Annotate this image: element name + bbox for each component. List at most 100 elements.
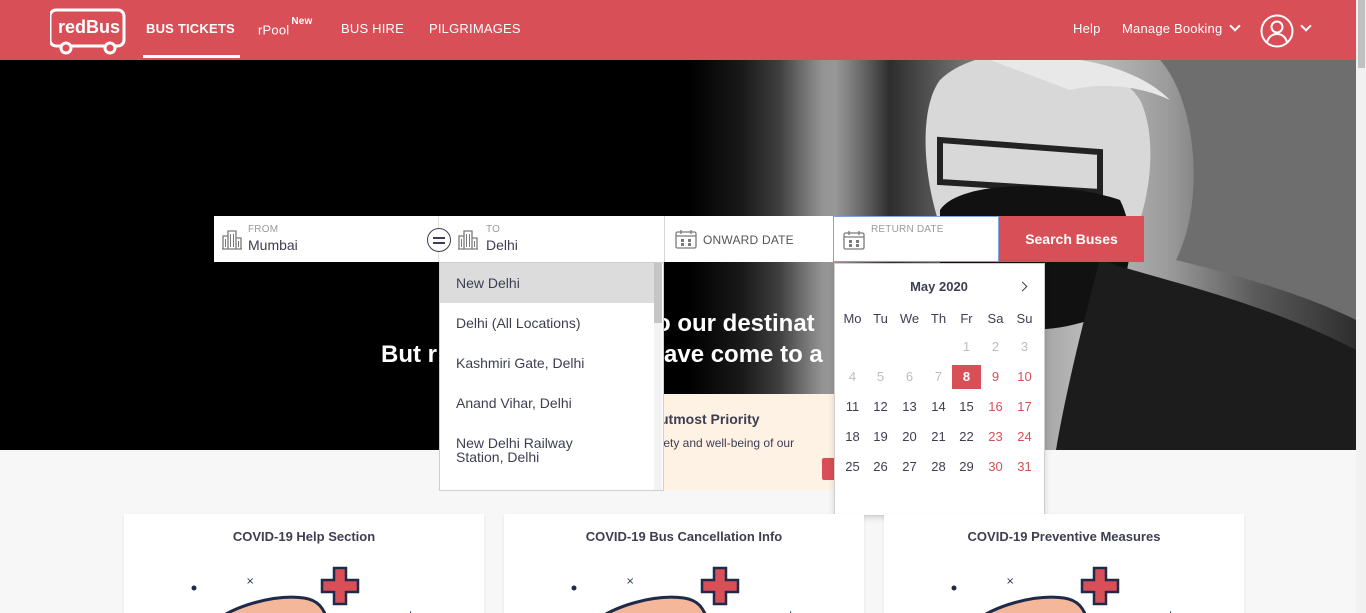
nav-rpool-new-badge: New <box>291 16 313 27</box>
calendar-day[interactable]: 16 <box>981 395 1010 419</box>
calendar-day[interactable]: 29 <box>952 455 981 479</box>
suggestions-scrollbar-thumb[interactable] <box>654 263 662 323</box>
calendar-weekday-header: Sa <box>987 311 1004 326</box>
calendar-weekday-header: Fr <box>960 311 973 326</box>
card-title: COVID-19 Bus Cancellation Info <box>585 529 783 544</box>
calendar-day[interactable]: 18 <box>838 425 867 449</box>
nav-manage-booking[interactable]: Manage Booking <box>1122 20 1242 36</box>
covid-preventive-card[interactable]: COVID-19 Preventive Measures × + <box>884 514 1244 613</box>
calendar-day[interactable]: 24 <box>1010 425 1039 449</box>
calendar-day[interactable]: 11 <box>838 395 867 419</box>
destination-suggestions-dropdown: New Delhi Delhi (All Locations) Kashmiri… <box>439 262 664 491</box>
onward-date-field[interactable]: ONWARD DATE <box>664 216 833 262</box>
suggestion-item[interactable]: New Delhi Railway Station, Delhi <box>440 423 620 473</box>
calendar-day: 7 <box>934 369 943 384</box>
covid-help-card[interactable]: COVID-19 Help Section × + <box>124 514 484 613</box>
calendar-day[interactable]: 25 <box>838 455 867 479</box>
onward-date-placeholder: ONWARD DATE <box>703 233 794 247</box>
search-buses-button[interactable]: Search Buses <box>999 216 1144 262</box>
calendar-weekday-header: Tu <box>873 311 888 326</box>
calendar-day[interactable]: 17 <box>1010 395 1039 419</box>
avatar-chevron-down-icon[interactable] <box>1300 20 1312 32</box>
calendar-day[interactable]: 31 <box>1010 455 1039 479</box>
page-scrollbar-thumb[interactable] <box>1358 0 1365 68</box>
calendar-weekday-header: We <box>899 311 920 326</box>
swap-icon[interactable] <box>427 228 451 252</box>
return-date-field[interactable]: RETURN DATE <box>833 216 999 262</box>
calendar-day[interactable]: 15 <box>952 395 981 419</box>
calendar-day: 5 <box>876 369 885 384</box>
calendar-day[interactable]: 30 <box>981 455 1010 479</box>
hero-headline-line1: o our destinat <box>656 310 815 337</box>
suggestion-item[interactable]: Kashmiri Gate, Delhi <box>440 343 654 383</box>
suggestion-label: Anand Vihar, Delhi <box>456 395 572 411</box>
calendar-day: 3 <box>1020 339 1029 354</box>
calendar-day[interactable]: 28 <box>924 455 953 479</box>
calendar-day: 2 <box>991 339 1000 354</box>
user-avatar-icon[interactable] <box>1260 14 1294 48</box>
nav-bus-hire[interactable]: BUS HIRE <box>341 21 404 36</box>
calendar-day: 4 <box>848 369 857 384</box>
svg-text:+: + <box>786 608 795 613</box>
svg-text:+: + <box>1166 608 1175 613</box>
calendar-day[interactable]: 27 <box>895 455 924 479</box>
suggestion-item[interactable]: New Delhi <box>440 263 654 303</box>
svg-text:+: + <box>406 608 415 613</box>
calendar-day[interactable]: 20 <box>895 425 924 449</box>
calendar-day: 6 <box>905 369 914 384</box>
to-field[interactable]: TO Delhi <box>439 216 664 262</box>
nav-rpool[interactable]: rPoolNew <box>258 16 313 37</box>
top-navbar: redBus BUS TICKETS rPoolNew BUS HIRE PIL… <box>0 0 1356 60</box>
from-field[interactable]: FROM Mumbai <box>214 216 439 262</box>
to-label: TO <box>486 224 501 235</box>
calendar-day[interactable]: 13 <box>895 395 924 419</box>
suggestion-label: New Delhi <box>456 275 520 291</box>
brand-text: redBus <box>58 17 120 37</box>
building-icon <box>458 230 478 250</box>
page-scrollbar[interactable] <box>1356 0 1366 613</box>
suggestion-item[interactable]: Delhi (All Locations) <box>440 303 654 343</box>
calendar-day-today[interactable]: 8 <box>952 365 981 389</box>
calendar-icon <box>843 231 865 250</box>
priority-text: fety and well-being of our <box>660 436 795 450</box>
suggestion-item[interactable]: Anand Vihar, Delhi <box>440 383 654 423</box>
return-date-calendar: May 2020 Mo Tu We Th Fr Sa Su 1 2 3 4 5 6 7 8 9 10 11 12 13… <box>834 263 1045 516</box>
calendar-day[interactable]: 26 <box>866 455 895 479</box>
calendar-day[interactable]: 10 <box>1010 365 1039 389</box>
covid-cancellation-card[interactable]: COVID-19 Bus Cancellation Info × + <box>504 514 864 613</box>
chevron-down-icon <box>1229 20 1242 32</box>
suggestion-label: Kashmiri Gate, Delhi <box>456 355 585 371</box>
card-title: COVID-19 Help Section <box>232 529 376 544</box>
calendar-day[interactable]: 12 <box>866 395 895 419</box>
nav-pilgrimages[interactable]: PILGRIMAGES <box>429 21 521 36</box>
suggestion-label: Delhi (All Locations) <box>456 315 581 331</box>
calendar-day[interactable]: 21 <box>924 425 953 449</box>
from-input[interactable]: Mumbai <box>248 237 298 253</box>
calendar-day[interactable]: 9 <box>981 365 1010 389</box>
safety-priority-card: utmost Priority fety and well-being of o… <box>640 394 850 490</box>
calendar-day[interactable]: 22 <box>952 425 981 449</box>
redbus-logo-icon[interactable]: redBus <box>50 6 128 56</box>
calendar-weekday-header: Su <box>1016 311 1033 326</box>
building-icon <box>222 230 242 250</box>
svg-text:×: × <box>246 576 254 587</box>
calendar-weekday-header: Th <box>930 311 947 326</box>
to-input[interactable]: Delhi <box>486 237 518 253</box>
nav-active-indicator <box>143 55 240 58</box>
hero-headline-line2-start: But r <box>381 341 437 368</box>
calendar-day: 1 <box>962 339 971 354</box>
suggestion-label: New Delhi Railway Station, Delhi <box>456 435 573 465</box>
medical-illustration-icon: × + <box>191 566 415 613</box>
manage-booking-label: Manage Booking <box>1122 21 1223 36</box>
calendar-day[interactable]: 14 <box>924 395 953 419</box>
nav-help[interactable]: Help <box>1073 21 1101 36</box>
calendar-month-title: May 2020 <box>910 279 968 294</box>
calendar-day[interactable]: 23 <box>981 425 1010 449</box>
priority-title: utmost Priority <box>660 411 760 427</box>
from-label: FROM <box>248 224 279 235</box>
nav-bus-tickets[interactable]: BUS TICKETS <box>146 21 235 36</box>
return-date-label: RETURN DATE <box>871 224 944 235</box>
svg-text:×: × <box>1006 576 1014 587</box>
svg-text:×: × <box>626 576 634 587</box>
calendar-day[interactable]: 19 <box>866 425 895 449</box>
